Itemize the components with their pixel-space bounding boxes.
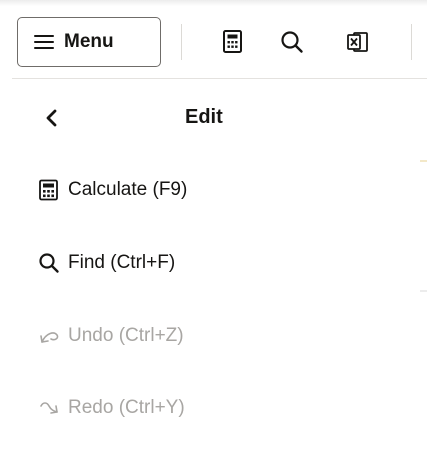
menu-item-undo[interactable]: Undo (Ctrl+Z) bbox=[38, 318, 398, 354]
search-icon bbox=[38, 252, 60, 274]
calculate-icon bbox=[38, 179, 60, 201]
background-edge-mark bbox=[420, 160, 427, 162]
menu-item-calculate[interactable]: Calculate (F9) bbox=[38, 172, 398, 208]
calculate-icon[interactable] bbox=[220, 29, 246, 55]
menu-item-label: Find (Ctrl+F) bbox=[68, 252, 176, 273]
toolbar: Menu bbox=[0, 0, 427, 80]
menu-item-find[interactable]: Find (Ctrl+F) bbox=[38, 245, 398, 281]
submenu-title: Edit bbox=[185, 106, 223, 128]
menu-item-label: Undo (Ctrl+Z) bbox=[68, 325, 184, 346]
toolbar-bottom-border bbox=[12, 78, 427, 79]
background-edge-mark bbox=[420, 290, 427, 292]
submenu-header: Edit bbox=[44, 104, 404, 134]
hamburger-icon bbox=[34, 35, 54, 49]
undo-icon bbox=[38, 325, 60, 347]
menu-button[interactable]: Menu bbox=[17, 17, 161, 67]
search-icon[interactable] bbox=[279, 29, 305, 55]
menu-item-label: Redo (Ctrl+Y) bbox=[68, 397, 185, 418]
export-excel-icon[interactable] bbox=[345, 29, 371, 55]
menu-button-label: Menu bbox=[64, 31, 114, 52]
toolbar-top-shadow bbox=[0, 0, 427, 6]
menu-item-redo[interactable]: Redo (Ctrl+Y) bbox=[38, 390, 398, 426]
chevron-left-icon[interactable] bbox=[44, 108, 58, 128]
toolbar-divider bbox=[181, 24, 182, 60]
toolbar-divider bbox=[411, 24, 412, 60]
redo-icon bbox=[38, 397, 60, 419]
menu-item-label: Calculate (F9) bbox=[68, 179, 188, 200]
